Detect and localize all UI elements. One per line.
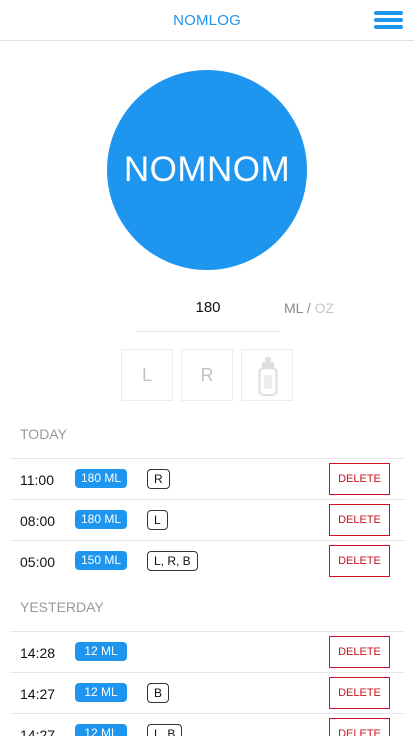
side-badge: L, B [147,724,183,736]
section-title-today: TODAY [20,426,67,442]
menu-icon[interactable] [372,10,404,32]
feed-time: 14:27 [20,686,56,702]
amount-input[interactable]: 180 [137,296,279,332]
delete-button[interactable]: DELETE [329,677,390,709]
source-left-button[interactable]: L [121,349,173,401]
source-right-button[interactable]: R [181,349,233,401]
feed-time: 14:27 [20,727,56,736]
feed-time: 05:00 [20,554,56,570]
elapsed-time: 01:08:18 [170,0,244,18]
unit-ml[interactable]: ML [284,300,303,316]
list-item: 14:28 12 ML DELETE [10,631,404,672]
side-badge: L [147,510,168,530]
unit-toggle[interactable]: ML / OZ [284,300,334,316]
list-item: 14:27 12 ML L, B DELETE [10,713,404,736]
side-badge: R [147,469,170,489]
volume-badge: 180 ML [75,510,127,529]
feed-time: 08:00 [20,513,56,529]
delete-button[interactable]: DELETE [329,545,390,577]
unit-separator: / [306,300,311,316]
volume-badge: 150 ML [75,551,127,570]
delete-button[interactable]: DELETE [329,504,390,536]
volume-badge: 180 ML [75,469,127,488]
list-item: 11:00 180 ML R DELETE [10,458,404,499]
timer-label: NOMNOM [123,150,291,189]
delete-button[interactable]: DELETE [329,636,390,668]
unit-oz[interactable]: OZ [315,300,334,316]
list-item: 08:00 180 ML L DELETE [10,499,404,540]
volume-badge: 12 ML [75,683,127,702]
side-badge: L, R, B [147,551,198,571]
feed-time: 14:28 [20,645,56,661]
bottle-icon [258,356,278,396]
section-title-yesterday: YESTERDAY [20,599,104,615]
feed-time: 11:00 [20,472,54,488]
list-item: 05:00 150 ML L, R, B DELETE [10,540,404,581]
delete-button[interactable]: DELETE [329,718,390,736]
list-item: 14:27 12 ML B DELETE [10,672,404,713]
volume-badge: 12 ML [75,642,127,661]
nomnom-timer-button[interactable]: NOMNOM 01:08:18 [107,0,307,270]
volume-badge: 12 ML [75,724,127,736]
source-bottle-button[interactable] [241,349,293,401]
side-badge: B [147,683,170,703]
delete-button[interactable]: DELETE [329,463,390,495]
